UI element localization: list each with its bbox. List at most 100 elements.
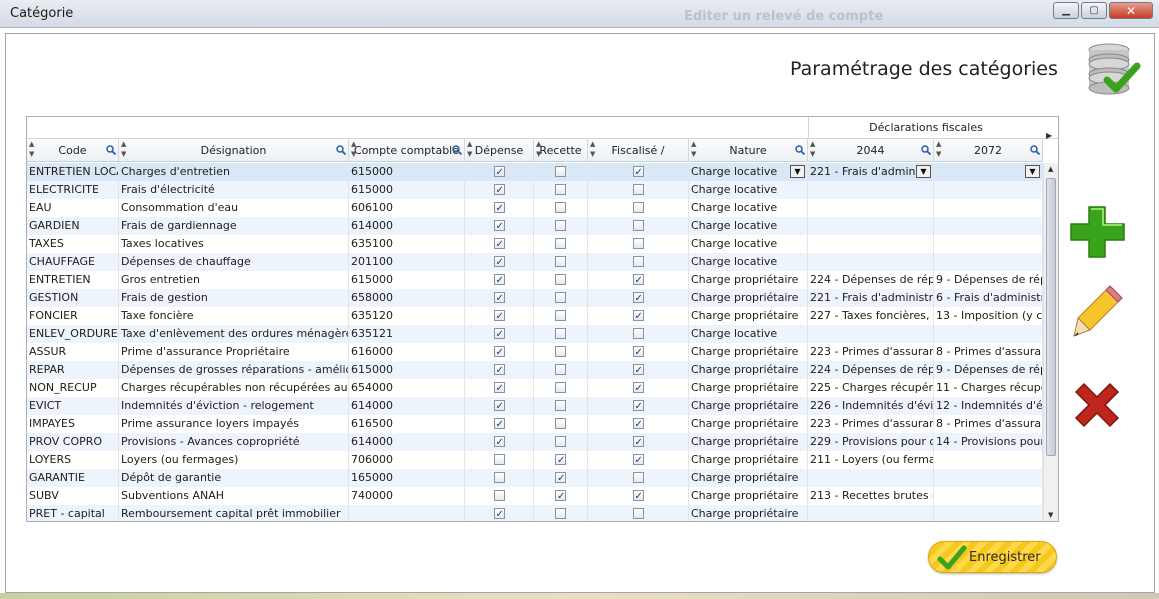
- cell-code[interactable]: PROV COPRO: [27, 433, 119, 451]
- column-header-d2072[interactable]: ▲ ▼ 2072: [934, 139, 1043, 162]
- cell-code[interactable]: EAU: [27, 199, 119, 217]
- cell-nature[interactable]: Charge propriétaire: [689, 397, 808, 415]
- minimize-button[interactable]: ▁: [1053, 2, 1079, 19]
- dropdown-arrow-icon[interactable]: ▼: [1025, 165, 1040, 178]
- fiscalise-checkbox[interactable]: [632, 452, 644, 469]
- depense-checkbox[interactable]: [493, 308, 505, 325]
- recette-checkbox[interactable]: [555, 364, 566, 375]
- cell-designation[interactable]: Frais de gardiennage: [119, 217, 349, 235]
- recette-checkbox[interactable]: [555, 220, 566, 231]
- depense-checkbox[interactable]: [493, 218, 505, 235]
- dropdown-arrow-icon[interactable]: ▼: [790, 165, 805, 178]
- cell-d2044[interactable]: 225 - Charges récupérab: [808, 379, 934, 397]
- cell-d2072[interactable]: 8 - Primes d'assuranc: [934, 415, 1043, 433]
- cell-d2044[interactable]: [808, 217, 934, 235]
- cell-nature[interactable]: Charge propriétaire: [689, 289, 808, 307]
- cell-d2044[interactable]: [808, 325, 934, 343]
- recette-checkbox[interactable]: [555, 310, 566, 321]
- cell-compte[interactable]: 654000: [349, 379, 465, 397]
- sort-icon[interactable]: ▲ ▼: [121, 139, 126, 159]
- cell-d2072[interactable]: [934, 451, 1043, 469]
- table-row[interactable]: IMPAYES Prime assurance loyers impayés 616…: [27, 415, 1043, 433]
- cell-d2072[interactable]: 12 - Indemnités d'évic: [934, 397, 1043, 415]
- cell-designation[interactable]: Provisions - Avances copropriété: [119, 433, 349, 451]
- table-row[interactable]: ENLEV_ORDURES Taxe d'enlèvement des ordur…: [27, 325, 1043, 343]
- maximize-button[interactable]: ▢: [1081, 2, 1107, 19]
- fiscalise-checkbox[interactable]: [632, 416, 644, 433]
- depense-checkbox[interactable]: [493, 434, 505, 451]
- fiscalise-checkbox[interactable]: [632, 164, 644, 181]
- cell-compte[interactable]: 606100: [349, 199, 465, 217]
- fiscalise-checkbox[interactable]: [632, 328, 644, 339]
- cell-compte[interactable]: 614000: [349, 217, 465, 235]
- table-row[interactable]: SUBV Subventions ANAH 740000 Charge proprié…: [27, 487, 1043, 505]
- fiscalise-checkbox[interactable]: [632, 220, 644, 231]
- fiscalise-checkbox[interactable]: [632, 238, 644, 249]
- cell-designation[interactable]: Taxe foncière: [119, 307, 349, 325]
- cell-compte[interactable]: 635100: [349, 235, 465, 253]
- recette-checkbox[interactable]: [555, 166, 566, 177]
- depense-checkbox[interactable]: [493, 200, 505, 217]
- recette-checkbox[interactable]: [555, 238, 566, 249]
- cell-nature[interactable]: Charge propriétaire: [689, 271, 808, 289]
- recette-checkbox[interactable]: [555, 328, 566, 339]
- table-row[interactable]: FONCIER Taxe foncière 635120 Charge proprié…: [27, 307, 1043, 325]
- recette-checkbox[interactable]: [555, 470, 566, 487]
- cell-nature[interactable]: Charge propriétaire: [689, 415, 808, 433]
- depense-checkbox[interactable]: [493, 472, 505, 483]
- cell-compte[interactable]: 635121: [349, 325, 465, 343]
- cell-compte[interactable]: 616000: [349, 343, 465, 361]
- fiscalise-checkbox[interactable]: [632, 344, 644, 361]
- cell-designation[interactable]: Gros entretien: [119, 271, 349, 289]
- fiscalise-checkbox[interactable]: [632, 272, 644, 289]
- cell-designation[interactable]: Consommation d'eau: [119, 199, 349, 217]
- cell-d2044[interactable]: [808, 469, 934, 487]
- scroll-up-icon[interactable]: ▲: [1048, 165, 1053, 173]
- column-header-depense[interactable]: ▲ ▼ Dépense: [465, 139, 534, 162]
- cell-designation[interactable]: Prime d'assurance Propriétaire: [119, 343, 349, 361]
- cell-d2072[interactable]: 14 - Provisions pour c: [934, 433, 1043, 451]
- table-row[interactable]: REPAR Dépenses de grosses réparations - a…: [27, 361, 1043, 379]
- delete-button[interactable]: [1068, 378, 1128, 438]
- cell-code[interactable]: GARANTIE: [27, 469, 119, 487]
- recette-checkbox[interactable]: [555, 382, 566, 393]
- fiscalise-checkbox[interactable]: [632, 508, 644, 519]
- column-header-nature[interactable]: ▲ ▼ Nature: [689, 139, 808, 162]
- cell-d2044[interactable]: 227 - Taxes foncières, ta: [808, 307, 934, 325]
- search-icon[interactable]: [452, 145, 462, 155]
- cell-compte[interactable]: 740000: [349, 487, 465, 505]
- cell-designation[interactable]: Charges d'entretien: [119, 163, 349, 181]
- recette-checkbox[interactable]: [555, 418, 566, 429]
- close-button[interactable]: ✕: [1109, 2, 1153, 19]
- cell-designation[interactable]: Dépenses de grosses réparations - amélio…: [119, 361, 349, 379]
- cell-nature[interactable]: Charge propriétaire: [689, 361, 808, 379]
- cell-compte[interactable]: 706000: [349, 451, 465, 469]
- cell-compte[interactable]: 615000: [349, 271, 465, 289]
- depense-checkbox[interactable]: [493, 362, 505, 379]
- depense-checkbox[interactable]: [493, 416, 505, 433]
- vertical-scrollbar[interactable]: ▲ ▼: [1043, 163, 1058, 521]
- recette-checkbox[interactable]: [555, 292, 566, 303]
- cell-compte[interactable]: 658000: [349, 289, 465, 307]
- table-row[interactable]: ENTRETIEN Gros entretien 615000 Charge prop…: [27, 271, 1043, 289]
- cell-nature[interactable]: Charge locative: [689, 199, 808, 217]
- cell-code[interactable]: ENTRETIEN LOCA: [27, 163, 119, 181]
- search-icon[interactable]: [106, 145, 116, 155]
- fiscalise-checkbox[interactable]: [632, 472, 644, 483]
- recette-checkbox[interactable]: [555, 436, 566, 447]
- cell-code[interactable]: FONCIER: [27, 307, 119, 325]
- cell-code[interactable]: EVICT: [27, 397, 119, 415]
- cell-designation[interactable]: Frais de gestion: [119, 289, 349, 307]
- table-row[interactable]: GESTION Frais de gestion 658000 Charge prop…: [27, 289, 1043, 307]
- cell-d2044[interactable]: 229 - Provisions pour cha: [808, 433, 934, 451]
- fiscalise-checkbox[interactable]: [632, 434, 644, 451]
- fiscalise-checkbox[interactable]: [632, 202, 644, 213]
- sort-icon[interactable]: ▲ ▼: [29, 139, 34, 159]
- recette-checkbox[interactable]: [555, 202, 566, 213]
- cell-compte[interactable]: 615000: [349, 163, 465, 181]
- table-row[interactable]: PRET - capital Remboursement capital prêt…: [27, 505, 1043, 521]
- cell-compte[interactable]: 201100: [349, 253, 465, 271]
- cell-nature[interactable]: Charge propriétaire: [689, 487, 808, 505]
- cell-d2072[interactable]: [934, 235, 1043, 253]
- cell-d2072[interactable]: [934, 487, 1043, 505]
